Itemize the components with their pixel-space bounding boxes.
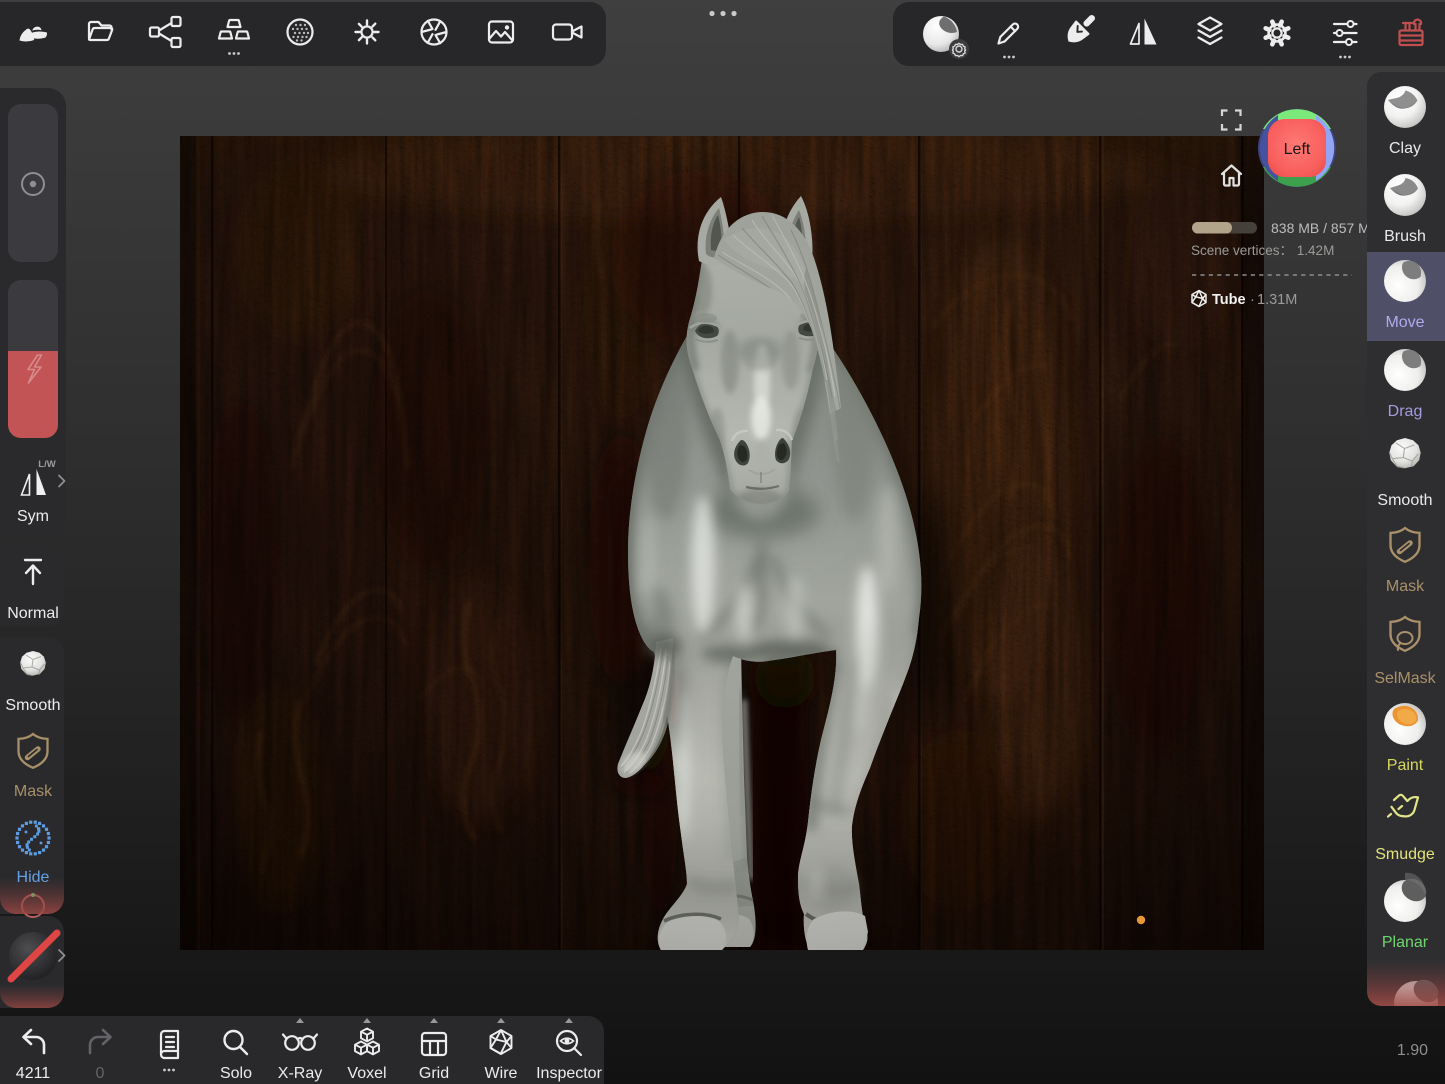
svg-text:Drag: Drag xyxy=(1388,403,1423,420)
svg-text:Wire: Wire xyxy=(485,1065,518,1082)
svg-text:Grid: Grid xyxy=(419,1065,449,1082)
svg-text:1.31M: 1.31M xyxy=(1257,292,1297,308)
svg-text:Planar: Planar xyxy=(1382,934,1429,951)
svg-text:1.90: 1.90 xyxy=(1397,1042,1428,1059)
svg-text:838 MB / 857 MB: 838 MB / 857 MB xyxy=(1271,220,1379,236)
svg-text:Voxel: Voxel xyxy=(347,1065,386,1082)
svg-text:4211: 4211 xyxy=(16,1065,51,1082)
svg-text:Smudge: Smudge xyxy=(1375,846,1435,863)
svg-text:0: 0 xyxy=(96,1065,105,1082)
svg-text:X-Ray: X-Ray xyxy=(278,1065,322,1082)
svg-text:·: · xyxy=(1250,292,1255,308)
svg-text:Sym: Sym xyxy=(17,508,49,525)
svg-text:Paint: Paint xyxy=(1387,757,1424,774)
svg-text:Scene vertices： 1.42M: Scene vertices： 1.42M xyxy=(1191,243,1334,258)
svg-text:Left: Left xyxy=(1284,141,1311,158)
svg-text:Tube: Tube xyxy=(1212,292,1246,308)
svg-text:Clay: Clay xyxy=(1389,140,1421,157)
svg-text:Smooth: Smooth xyxy=(5,697,60,714)
svg-text:Smooth: Smooth xyxy=(1377,492,1432,509)
svg-text:L/W: L/W xyxy=(38,459,55,470)
svg-text:Move: Move xyxy=(1385,314,1424,331)
svg-text:Inspector: Inspector xyxy=(536,1065,602,1082)
svg-text:Normal: Normal xyxy=(7,605,59,622)
svg-text:Mask: Mask xyxy=(1386,578,1425,595)
svg-text:Mask: Mask xyxy=(14,783,53,800)
svg-text:Solo: Solo xyxy=(220,1065,252,1082)
svg-text:Brush: Brush xyxy=(1384,228,1426,245)
svg-text:SelMask: SelMask xyxy=(1374,670,1436,687)
